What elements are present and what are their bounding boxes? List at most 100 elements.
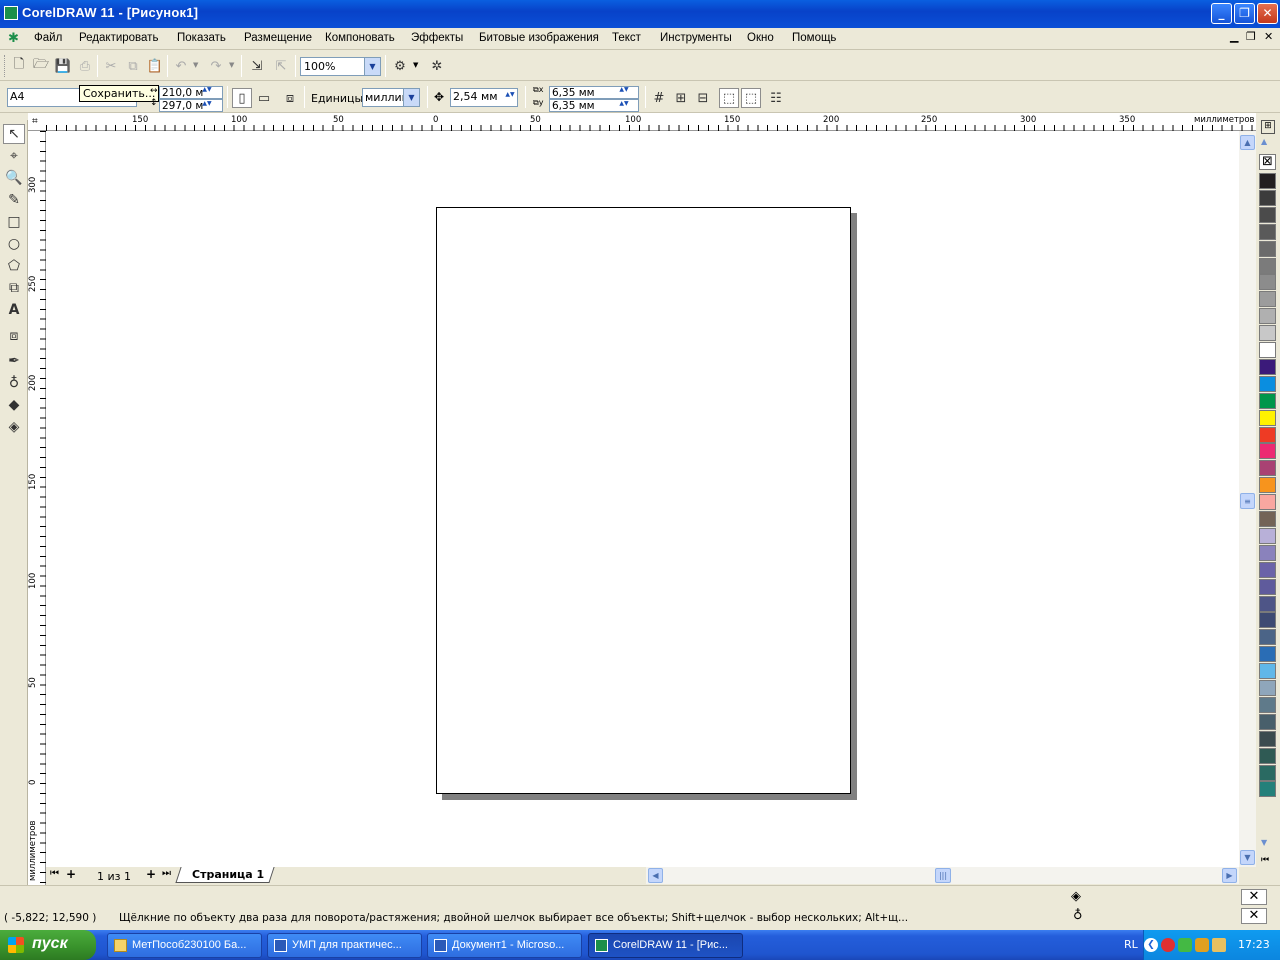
width-spin-icon[interactable]: ▲▼: [202, 86, 212, 94]
scroll-right-icon[interactable]: ▶: [1222, 868, 1237, 883]
new-document-icon[interactable]: 🗋: [9, 56, 29, 76]
no-color-swatch[interactable]: ⊠: [1259, 154, 1276, 170]
color-swatch[interactable]: [1259, 392, 1276, 409]
color-swatch[interactable]: [1259, 477, 1276, 494]
color-swatch[interactable]: [1259, 342, 1276, 358]
opera-icon[interactable]: [1161, 938, 1175, 952]
pick-tool-icon[interactable]: ↖: [3, 124, 25, 144]
taskbar-item-word-1[interactable]: УМП для практичес...: [267, 933, 422, 958]
scroll-up-icon[interactable]: ▲: [1240, 135, 1255, 150]
landscape-icon[interactable]: ▭: [254, 88, 274, 108]
save-icon[interactable]: 💾: [53, 56, 73, 76]
color-swatch[interactable]: [1259, 443, 1276, 460]
cut-icon[interactable]: ✂: [101, 56, 121, 76]
dup-y-spin-icon[interactable]: ▲▼: [619, 100, 629, 108]
copy-icon[interactable]: ⧉: [123, 56, 143, 76]
color-swatch[interactable]: [1259, 409, 1276, 426]
palette-menu-icon[interactable]: ⊞: [1261, 120, 1275, 134]
menu-effects[interactable]: Эффекты: [411, 32, 463, 44]
open-icon[interactable]: 🗁: [31, 56, 51, 76]
freehand-tool-icon[interactable]: ✎: [3, 190, 25, 210]
units-select[interactable]: миллим ▼: [362, 88, 420, 107]
color-swatch[interactable]: [1259, 680, 1276, 696]
color-swatch[interactable]: [1259, 173, 1276, 189]
color-swatch[interactable]: [1259, 460, 1276, 477]
eyedropper-tool-icon[interactable]: ✒: [3, 351, 25, 371]
zoom-tool-icon[interactable]: 🔍: [3, 168, 25, 188]
color-swatch[interactable]: [1259, 730, 1276, 747]
outline-none-swatch[interactable]: ✕: [1241, 908, 1267, 924]
icq-icon[interactable]: [1178, 938, 1192, 952]
menu-tools[interactable]: Инструменты: [660, 32, 732, 44]
doc-restore-icon[interactable]: ❐: [1246, 30, 1256, 43]
rectangle-tool-icon[interactable]: □: [3, 212, 25, 232]
interactive-fill-tool-icon[interactable]: ◈: [3, 417, 25, 437]
zoom-level-select[interactable]: 100% ▼: [300, 57, 381, 76]
restore-icon[interactable]: ❐: [1234, 3, 1255, 24]
color-swatch[interactable]: [1259, 291, 1276, 308]
close-icon[interactable]: ✕: [1257, 3, 1278, 24]
add-page-after-icon[interactable]: +: [146, 867, 156, 881]
vertical-scroll-thumb[interactable]: ≡: [1240, 493, 1255, 509]
draw-transform-icon[interactable]: ⬚: [741, 88, 761, 108]
color-swatch[interactable]: [1259, 595, 1276, 612]
outline-tool-icon[interactable]: ♁: [3, 373, 25, 393]
minimize-icon[interactable]: _: [1211, 3, 1232, 24]
color-swatch[interactable]: [1259, 646, 1276, 663]
horizontal-ruler[interactable]: ⌗ 150 100 50 0 50 100 150 200 250 300 35…: [28, 113, 1256, 131]
color-swatch[interactable]: [1259, 223, 1276, 240]
color-swatch[interactable]: [1259, 713, 1276, 730]
export-icon[interactable]: ⇱: [271, 56, 291, 76]
shape-tool-icon[interactable]: ⌖: [3, 146, 25, 166]
fill-indicator-icon[interactable]: ◈: [1071, 889, 1081, 904]
menu-window[interactable]: Окно: [747, 32, 774, 44]
taskbar-item-coreldraw[interactable]: CorelDRAW 11 - [Рис...: [588, 933, 743, 958]
color-swatch[interactable]: [1259, 544, 1276, 561]
menu-file[interactable]: Файл: [34, 32, 62, 44]
chevron-down-icon[interactable]: ▼: [403, 89, 419, 106]
ellipse-tool-icon[interactable]: ○: [3, 234, 25, 254]
nudge-spin-icon[interactable]: ▲▼: [505, 91, 515, 99]
color-swatch[interactable]: [1259, 426, 1276, 443]
fill-none-swatch[interactable]: ✕: [1241, 889, 1267, 905]
color-swatch[interactable]: [1259, 629, 1276, 646]
color-swatch[interactable]: [1259, 764, 1276, 781]
undo-icon[interactable]: ↶: [171, 56, 191, 76]
color-swatch[interactable]: [1259, 308, 1276, 325]
horizontal-scrollbar[interactable]: ◀ ||| ▶: [646, 867, 1239, 884]
page-height-field[interactable]: 297,0 м: [159, 99, 223, 112]
print-icon[interactable]: ⎙: [75, 56, 95, 76]
horizontal-scroll-thumb[interactable]: |||: [935, 868, 951, 883]
text-tool-icon[interactable]: A: [3, 300, 25, 320]
menu-view[interactable]: Показать: [177, 32, 226, 44]
color-swatch[interactable]: [1259, 240, 1276, 257]
interactive-blend-tool-icon[interactable]: ⧈: [3, 326, 25, 346]
tray-arrow-icon[interactable]: ❮: [1144, 938, 1158, 952]
menu-arrange[interactable]: Компоновать: [325, 32, 395, 44]
redo-icon[interactable]: ↷: [206, 56, 226, 76]
taskbar-item-word-2[interactable]: Документ1 - Microso...: [427, 933, 582, 958]
menu-text[interactable]: Текст: [612, 32, 641, 44]
color-swatch[interactable]: [1259, 511, 1276, 527]
color-swatch[interactable]: [1259, 375, 1276, 392]
redo-dropdown-icon[interactable]: ▼: [229, 61, 234, 69]
dup-x-spin-icon[interactable]: ▲▼: [619, 86, 629, 94]
color-swatch[interactable]: [1259, 257, 1276, 274]
color-swatch[interactable]: [1259, 696, 1276, 713]
color-swatch[interactable]: [1259, 494, 1276, 511]
language-indicator[interactable]: RL: [1124, 938, 1138, 951]
menu-layout[interactable]: Размещение: [244, 32, 312, 44]
portrait-icon[interactable]: ▯: [232, 88, 252, 108]
volume-icon[interactable]: [1195, 938, 1209, 952]
scroll-down-icon[interactable]: ▼: [1240, 850, 1255, 865]
vertical-ruler[interactable]: 300 250 200 150 100 50 0 миллиметров: [28, 131, 46, 885]
color-swatch[interactable]: [1259, 527, 1276, 544]
launcher-dropdown-icon[interactable]: ▼: [413, 61, 418, 69]
polygon-tool-icon[interactable]: ⬠: [3, 256, 25, 276]
options-icon[interactable]: ☷: [766, 88, 786, 108]
color-swatch[interactable]: [1259, 663, 1276, 680]
height-spin-icon[interactable]: ▲▼: [202, 100, 212, 108]
color-swatch[interactable]: [1259, 612, 1276, 629]
color-swatch[interactable]: [1259, 578, 1276, 595]
set-default-layout-icon[interactable]: ⧈: [280, 88, 300, 108]
